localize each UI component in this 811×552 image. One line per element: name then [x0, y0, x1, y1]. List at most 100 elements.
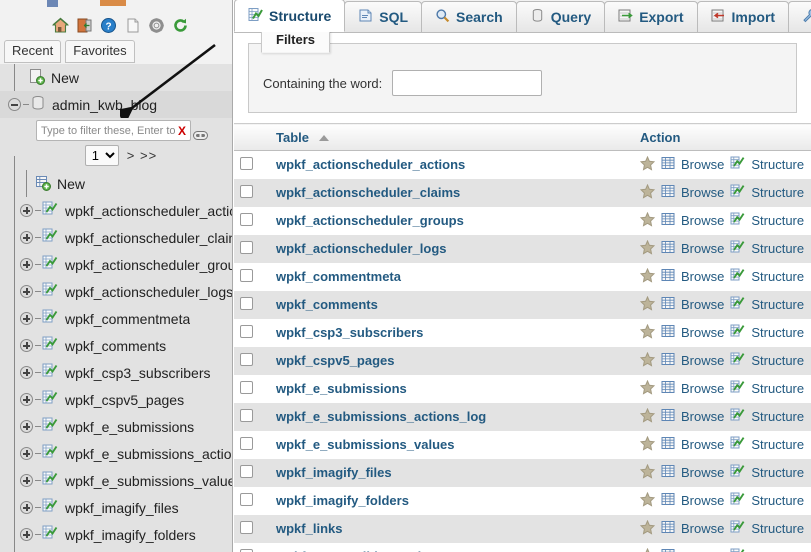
tree-expand-toggle[interactable] — [20, 312, 33, 325]
favorite-star-icon[interactable] — [639, 351, 656, 370]
structure-link[interactable]: Structure — [751, 353, 804, 368]
tab-export[interactable]: Export — [604, 1, 698, 32]
row-checkbox-cell[interactable] — [234, 150, 270, 179]
structure-link[interactable]: Structure — [751, 241, 804, 256]
row-checkbox-cell[interactable] — [234, 206, 270, 235]
structure-link[interactable]: Structure — [751, 381, 804, 396]
row-checkbox-cell[interactable] — [234, 486, 270, 515]
tree-expand-toggle[interactable] — [20, 447, 33, 460]
tab-sql[interactable]: SQL — [344, 1, 423, 32]
browse-link[interactable]: Browse — [681, 521, 724, 536]
favorite-star-icon[interactable] — [639, 211, 656, 230]
row-structure-icon[interactable] — [730, 492, 745, 509]
documentation-icon[interactable] — [124, 17, 141, 34]
row-checkbox[interactable] — [240, 156, 253, 170]
row-table-name-cell[interactable]: wpkf_masterslider_options — [270, 542, 634, 552]
row-structure-icon[interactable] — [730, 436, 745, 453]
tree-filter-clear-icon[interactable]: X — [178, 124, 186, 138]
row-structure-icon[interactable] — [730, 184, 745, 201]
row-structure-icon[interactable] — [730, 520, 745, 537]
row-checkbox[interactable] — [240, 492, 253, 506]
chain-link-icon[interactable] — [193, 130, 208, 141]
row-table-name-link[interactable]: wpkf_commentmeta — [276, 269, 401, 284]
row-structure-icon[interactable] — [730, 156, 745, 173]
browse-link[interactable]: Browse — [681, 157, 724, 172]
row-table-name-cell[interactable]: wpkf_comments — [270, 290, 634, 319]
tree-collapse-toggle[interactable] — [8, 98, 21, 111]
row-structure-icon[interactable] — [730, 240, 745, 257]
tree-item-table[interactable]: wpkf_e_submissions_values — [0, 467, 232, 494]
favorite-star-icon[interactable] — [639, 435, 656, 454]
row-checkbox[interactable] — [240, 520, 253, 534]
row-checkbox-cell[interactable] — [234, 402, 270, 431]
tree-expand-toggle[interactable] — [20, 393, 33, 406]
favorite-star-icon[interactable] — [639, 407, 656, 426]
row-checkbox[interactable] — [240, 352, 253, 366]
row-checkbox-cell[interactable] — [234, 458, 270, 487]
row-checkbox-cell[interactable] — [234, 262, 270, 291]
row-table-name-link[interactable]: wpkf_imagify_files — [276, 465, 392, 480]
browse-link[interactable]: Browse — [681, 465, 724, 480]
tree-item-database-admin-kwb-blog[interactable]: admin_kwb_blog — [0, 91, 232, 118]
row-table-name-cell[interactable]: wpkf_actionscheduler_groups — [270, 206, 634, 235]
tree-pager-last[interactable]: >> — [140, 148, 157, 163]
row-table-name-cell[interactable]: wpkf_e_submissions_actions_log — [270, 402, 634, 431]
row-table-name-link[interactable]: wpkf_e_submissions_values — [276, 437, 454, 452]
row-table-name-cell[interactable]: wpkf_csp3_subscribers — [270, 318, 634, 347]
browse-icon[interactable] — [661, 240, 675, 257]
tab-query[interactable]: Query — [515, 1, 606, 32]
row-checkbox[interactable] — [240, 212, 253, 226]
tree-item-table[interactable]: wpkf_actionscheduler_actions — [0, 197, 232, 224]
tree-item-table[interactable]: wpkf_actionscheduler_logs — [0, 278, 232, 305]
table-row[interactable]: wpkf_imagify_folders Browse Structure — [234, 486, 811, 515]
tree-pager-next[interactable]: > — [127, 148, 136, 163]
row-table-name-cell[interactable]: wpkf_actionscheduler_actions — [270, 150, 634, 179]
table-row[interactable]: wpkf_links Browse Structure — [234, 514, 811, 543]
tree-pager-arrows[interactable]: > >> — [127, 148, 157, 163]
home-icon[interactable] — [51, 17, 69, 34]
row-table-name-cell[interactable]: wpkf_actionscheduler_claims — [270, 178, 634, 207]
row-table-name-cell[interactable]: wpkf_imagify_folders — [270, 486, 634, 515]
row-table-name-link[interactable]: wpkf_imagify_folders — [276, 493, 409, 508]
help-docs-icon[interactable]: ? — [100, 17, 117, 34]
tree-item-new-table[interactable]: New — [0, 170, 232, 197]
structure-link[interactable]: Structure — [751, 493, 804, 508]
browse-icon[interactable] — [661, 156, 675, 173]
tree-expand-toggle[interactable] — [20, 339, 33, 352]
table-row[interactable]: wpkf_csp3_subscribers Browse Structure — [234, 318, 811, 347]
row-table-name-cell[interactable]: wpkf_e_submissions_values — [270, 430, 634, 459]
row-table-name-link[interactable]: wpkf_actionscheduler_logs — [276, 241, 447, 256]
header-table-name[interactable]: Table — [270, 123, 634, 151]
tree-page-select[interactable]: 1 — [84, 145, 119, 166]
browse-icon[interactable] — [661, 268, 675, 285]
browse-link[interactable]: Browse — [681, 493, 724, 508]
row-checkbox[interactable] — [240, 408, 253, 422]
tree-item-table[interactable]: wpkf_e_submissions — [0, 413, 232, 440]
structure-link[interactable]: Structure — [751, 213, 804, 228]
row-structure-icon[interactable] — [730, 380, 745, 397]
favorite-star-icon[interactable] — [639, 519, 656, 538]
browse-icon[interactable] — [661, 548, 675, 552]
sidebar-tab-recent[interactable]: Recent — [4, 40, 62, 63]
row-table-name-link[interactable]: wpkf_links — [276, 521, 342, 536]
browse-icon[interactable] — [661, 380, 675, 397]
tree-item-table[interactable]: wpkf_e_submissions_actions_log — [0, 440, 232, 467]
containing-word-input[interactable] — [392, 70, 543, 96]
sidebar-tab-favorites[interactable]: Favorites — [65, 40, 135, 63]
tree-item-new-database[interactable]: New — [0, 64, 232, 91]
structure-link[interactable]: Structure — [751, 297, 804, 312]
browse-link[interactable]: Browse — [681, 213, 724, 228]
row-checkbox-cell[interactable] — [234, 178, 270, 207]
structure-link[interactable]: Structure — [751, 157, 804, 172]
tree-expand-toggle[interactable] — [20, 528, 33, 541]
row-checkbox-cell[interactable] — [234, 542, 270, 552]
favorite-star-icon[interactable] — [639, 295, 656, 314]
settings-gear-icon[interactable] — [148, 17, 165, 34]
structure-link[interactable]: Structure — [751, 185, 804, 200]
browse-icon[interactable] — [661, 520, 675, 537]
table-row[interactable]: wpkf_imagify_files Browse Structure — [234, 458, 811, 487]
browse-link[interactable]: Browse — [681, 437, 724, 452]
row-checkbox-cell[interactable] — [234, 290, 270, 319]
header-select-all[interactable] — [234, 123, 270, 151]
structure-link[interactable]: Structure — [751, 437, 804, 452]
